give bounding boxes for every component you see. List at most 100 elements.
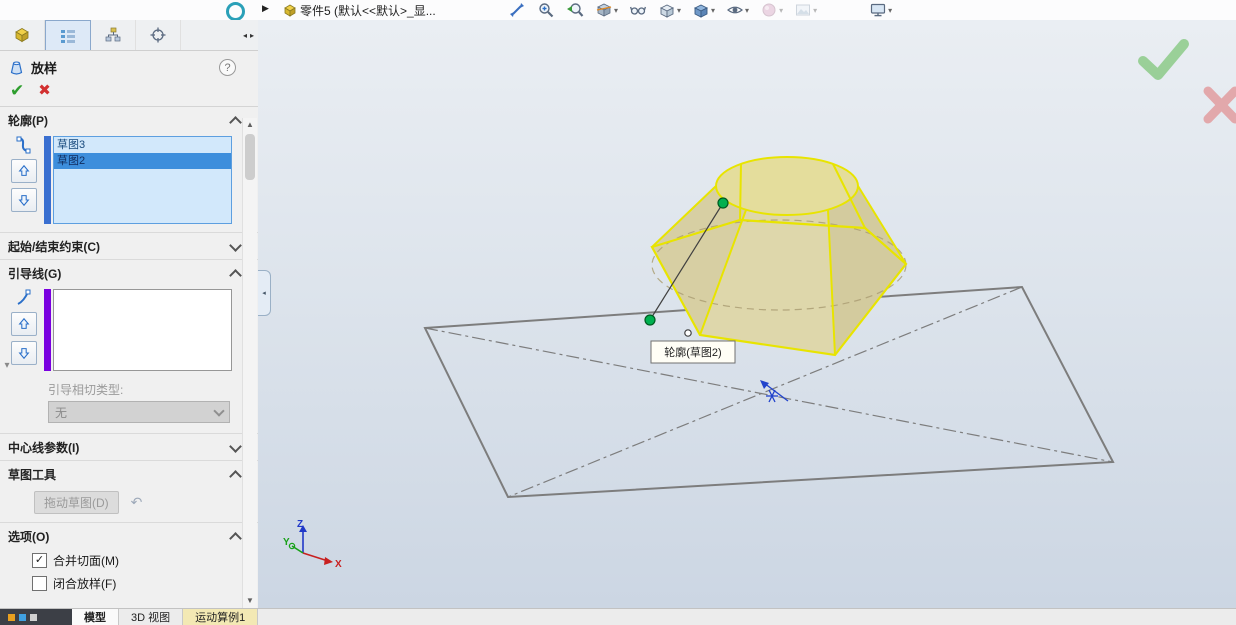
view-settings-button[interactable]: ▾ bbox=[867, 1, 894, 19]
property-manager-tab[interactable] bbox=[45, 20, 91, 50]
tab-motion-study[interactable]: 运动算例1 bbox=[183, 609, 259, 625]
options-section-header[interactable]: 选项(O) bbox=[0, 522, 258, 549]
guides-section-header[interactable]: 引导线(G) bbox=[0, 259, 258, 286]
collapse-chevron-icon[interactable] bbox=[229, 470, 242, 483]
tab-scroll-left-icon[interactable]: ◂ bbox=[243, 31, 247, 40]
up-arrow-icon bbox=[18, 317, 30, 329]
left-toolbar-collapse-icon[interactable]: ▾ bbox=[0, 360, 14, 376]
display-style-button[interactable]: ▾ bbox=[690, 1, 717, 19]
part-name-label: 零件5 (默认<<默认>_显... bbox=[300, 4, 436, 18]
tab-scroll-right-icon[interactable]: ▸ bbox=[250, 31, 254, 40]
collapse-chevron-icon[interactable] bbox=[229, 532, 242, 545]
previous-view-button[interactable] bbox=[564, 1, 586, 19]
dimxpert-manager-tab[interactable] bbox=[136, 20, 181, 50]
expand-chevron-icon[interactable] bbox=[229, 238, 242, 252]
move-profile-down-button[interactable] bbox=[11, 188, 37, 212]
zoom-fit-icon bbox=[510, 3, 524, 17]
annotation-view-button[interactable] bbox=[627, 1, 649, 19]
origin-marker bbox=[760, 380, 789, 403]
confirm-cancel-icon[interactable] bbox=[1203, 86, 1236, 124]
connector-handle-top[interactable] bbox=[717, 197, 729, 209]
dropdown-arrow-icon[interactable]: ▾ bbox=[813, 6, 817, 15]
part-icon bbox=[284, 4, 296, 17]
plane-diagonal-line[interactable] bbox=[424, 327, 1114, 463]
scroll-up-icon[interactable]: ▲ bbox=[243, 118, 257, 132]
tab-3d-views[interactable]: 3D 视图 bbox=[119, 609, 184, 625]
profile-tooltip-text: 轮廓(草图2) bbox=[664, 345, 721, 359]
profiles-listbox[interactable]: 草图3 草图2 bbox=[53, 136, 232, 224]
display-style-icon bbox=[694, 4, 709, 18]
undo-icon[interactable]: ↶ bbox=[131, 494, 143, 511]
merge-tangent-row: ✓ 合并切面(M) bbox=[0, 549, 258, 572]
quick-access-icon[interactable] bbox=[226, 2, 245, 21]
viewport-canvas: 轮廓(草图2) Z X Y bbox=[283, 39, 1236, 570]
flyout-tree-arrow-icon[interactable]: ▶ bbox=[262, 3, 269, 14]
feature-title: 放样 bbox=[31, 61, 58, 76]
connector-handle-bottom[interactable] bbox=[644, 314, 656, 326]
dropdown-arrow-icon[interactable]: ▾ bbox=[711, 6, 715, 15]
guide-selection-strip bbox=[44, 289, 51, 371]
dimxpert-manager-icon bbox=[150, 27, 166, 43]
configuration-manager-tab[interactable] bbox=[91, 20, 136, 50]
merge-tangent-label: 合并切面(M) bbox=[53, 554, 119, 568]
merge-tangent-checkbox[interactable]: ✓ bbox=[32, 553, 47, 568]
ok-button[interactable]: ✔ bbox=[10, 82, 24, 99]
up-arrow-icon bbox=[18, 164, 30, 176]
feature-manager-tab[interactable] bbox=[0, 20, 45, 50]
previous-view-icon bbox=[567, 3, 584, 17]
help-icon[interactable]: ? bbox=[219, 59, 236, 76]
dropdown-arrow-icon[interactable]: ▾ bbox=[677, 6, 681, 15]
edit-appearance-icon bbox=[762, 3, 776, 17]
graphics-viewport[interactable]: ◂ 轮廓(草图2) Z X Y bbox=[258, 20, 1236, 608]
annotation-view-icon bbox=[629, 6, 647, 15]
close-loft-checkbox[interactable] bbox=[32, 576, 47, 591]
move-profile-up-button[interactable] bbox=[11, 159, 37, 183]
sketch-tools-section-header[interactable]: 草图工具 bbox=[0, 460, 258, 487]
dropdown-arrow-icon[interactable]: ▾ bbox=[614, 6, 618, 15]
expand-chevron-icon[interactable] bbox=[229, 439, 242, 453]
zoom-fit-button[interactable] bbox=[506, 1, 528, 19]
view-orientation-button[interactable]: ▾ bbox=[656, 1, 683, 19]
tab-model[interactable]: 模型 bbox=[72, 609, 119, 625]
centerline-section-label: 中心线参数(I) bbox=[8, 441, 80, 455]
guides-listbox[interactable] bbox=[53, 289, 232, 371]
profile-selector-icon bbox=[16, 136, 31, 154]
zoom-area-button[interactable] bbox=[535, 1, 557, 19]
edit-appearance-button[interactable]: ▾ bbox=[758, 1, 785, 19]
dropdown-arrow-icon[interactable]: ▾ bbox=[888, 6, 892, 15]
profile-list-item[interactable]: 草图3 bbox=[54, 137, 231, 153]
move-guide-up-button[interactable] bbox=[11, 312, 37, 336]
view-settings-icon bbox=[870, 3, 886, 17]
feature-manager-icon bbox=[15, 28, 29, 43]
start-end-section-header[interactable]: 起始/结束约束(C) bbox=[0, 232, 258, 259]
collapse-chevron-icon[interactable] bbox=[229, 116, 242, 129]
chevron-down-icon bbox=[213, 404, 225, 417]
profile-list-item-selected[interactable]: 草图2 bbox=[54, 153, 231, 169]
panel-scrollbar[interactable]: ▲ ▼ bbox=[242, 118, 257, 608]
move-guide-down-button[interactable] bbox=[11, 341, 37, 365]
collapse-chevron-icon[interactable] bbox=[229, 269, 242, 282]
guide-tangency-dropdown[interactable]: 无 bbox=[48, 401, 230, 423]
dropdown-arrow-icon[interactable]: ▾ bbox=[779, 6, 783, 15]
cancel-button[interactable]: ✖ bbox=[38, 83, 51, 99]
scroll-down-icon[interactable]: ▼ bbox=[243, 594, 257, 608]
centerline-section-header[interactable]: 中心线参数(I) bbox=[0, 433, 258, 460]
section-view-button[interactable]: ▾ bbox=[593, 1, 620, 19]
triad-x-label: X bbox=[335, 559, 342, 570]
panel-splitter-handle[interactable]: ◂ bbox=[258, 270, 271, 316]
loft-feature-icon bbox=[10, 61, 23, 75]
guide-curve-icon bbox=[17, 289, 31, 305]
vertex-marker[interactable] bbox=[684, 329, 692, 337]
scrollbar-thumb[interactable] bbox=[245, 134, 255, 180]
confirm-ok-icon[interactable] bbox=[1138, 39, 1189, 80]
profiles-body: 草图3 草图2 bbox=[0, 133, 258, 232]
apply-scene-button[interactable]: ▾ bbox=[792, 1, 819, 19]
profiles-section-header[interactable]: 轮廓(P) bbox=[0, 107, 258, 133]
hide-show-items-button[interactable]: ▾ bbox=[724, 1, 751, 19]
loft-top-circle[interactable] bbox=[715, 156, 859, 216]
hide-show-items-icon bbox=[727, 6, 744, 14]
drag-sketch-button[interactable]: 拖动草图(D) bbox=[34, 491, 119, 514]
dropdown-arrow-icon[interactable]: ▾ bbox=[745, 6, 749, 15]
part-title: 零件5 (默认<<默认>_显... bbox=[283, 2, 436, 19]
close-loft-label: 闭合放样(F) bbox=[53, 577, 117, 591]
